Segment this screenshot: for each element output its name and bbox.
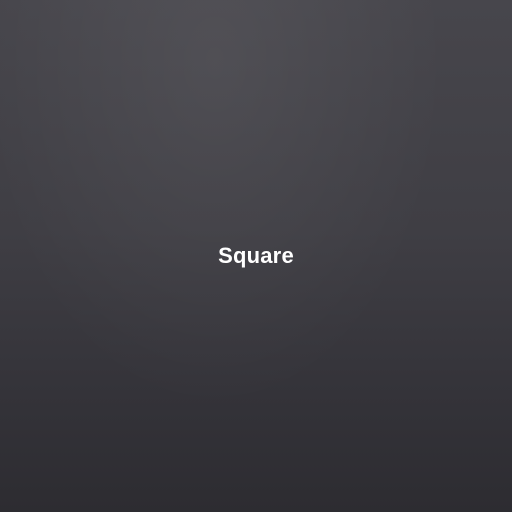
square-tile: Square [0,0,512,512]
tile-label: Square [218,243,294,268]
